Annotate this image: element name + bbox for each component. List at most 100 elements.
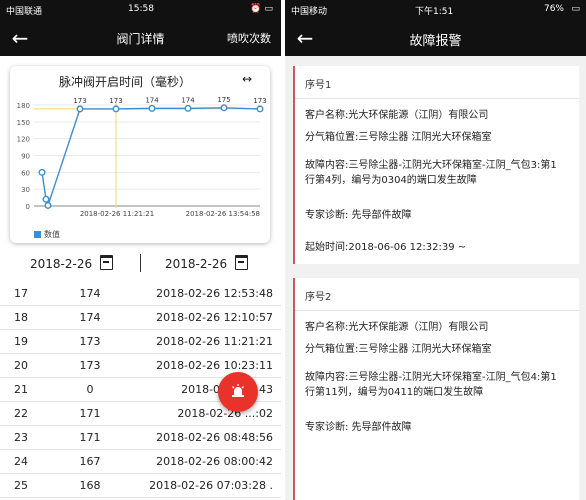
blow-count-button[interactable]: 喷吹次数	[227, 30, 271, 46]
x-tick-label: 2018-02-26 11:21:21	[80, 210, 154, 218]
data-label: 173	[253, 97, 266, 105]
card-divider	[295, 310, 579, 311]
carrier-label: 中国移动	[291, 7, 328, 17]
battery-icon: ⏰ ▭	[250, 4, 273, 14]
row-time: 2018-02-26 08:48:56	[156, 431, 273, 444]
chart-legend: 数值	[34, 229, 60, 240]
row-time: 2018-02-26 12:10:57	[156, 311, 273, 324]
date-filter-bar: 2018-2-26 2018-2-26	[0, 250, 281, 278]
row-index: 21	[14, 383, 28, 396]
nav-bar: ← 故障报警	[285, 20, 586, 56]
clock: 下午1:51	[415, 7, 454, 17]
start-time: 起始时间:2018-06-06 12:32:39 ~	[305, 242, 467, 253]
card-sequence: 序号1	[305, 80, 332, 91]
data-point	[76, 105, 84, 113]
legend-swatch	[34, 231, 41, 238]
y-tick-label: 60	[21, 169, 30, 177]
row-value: 171	[79, 431, 101, 444]
fault-content-line2: 行第11列，编号为0411的端口发生故障	[305, 387, 484, 398]
alarm-card[interactable]: 序号2 客户名称:光大环保能源（江阴）有限公司 分气箱位置:三号除尘器 江阴光大…	[293, 278, 579, 500]
row-value: 171	[79, 407, 101, 420]
calendar-icon	[235, 255, 249, 270]
row-value: 167	[79, 455, 101, 468]
data-label: 173	[109, 97, 122, 105]
valve-box-location: 分气箱位置:三号除尘器 江阴光大环保箱室	[305, 132, 492, 143]
data-point	[184, 104, 192, 112]
series-line	[41, 107, 261, 208]
table-row[interactable]: 23 171 2018-02-26 08:48:56	[0, 426, 281, 450]
row-value: 174	[79, 287, 101, 300]
row-index: 19	[14, 335, 28, 348]
data-label: 173	[73, 97, 86, 105]
y-tick-label: 30	[21, 186, 30, 194]
row-index: 23	[14, 431, 28, 444]
card-sequence: 序号2	[305, 292, 332, 303]
data-point	[42, 195, 50, 203]
battery-percent: 76%	[543, 4, 564, 14]
data-label: 174	[145, 96, 159, 104]
legend-label: 数值	[44, 230, 60, 239]
table-row[interactable]: 17 174 2018-02-26 12:53:48	[0, 282, 281, 306]
end-date-value: 2018-2-26	[165, 257, 228, 271]
table-row[interactable]: 19 173 2018-02-26 11:21:21	[0, 330, 281, 354]
row-index: 20	[14, 359, 28, 372]
row-time: 2018-02-26 08:00:42	[156, 455, 273, 468]
y-tick-label: 0	[26, 203, 30, 211]
row-index: 24	[14, 455, 28, 468]
battery-icon: ▭	[571, 4, 580, 14]
carrier-label: 中国联通	[6, 7, 43, 17]
data-point	[44, 201, 52, 209]
table-row[interactable]: 24 167 2018-02-26 08:00:42	[0, 450, 281, 474]
valve-box-location: 分气箱位置:三号除尘器 江阴光大环保箱室	[305, 344, 492, 355]
data-label: 175	[217, 96, 230, 104]
data-point	[256, 105, 264, 113]
y-tick-label: 180	[17, 102, 30, 110]
row-value: 168	[79, 479, 101, 492]
row-index: 22	[14, 407, 28, 420]
row-time: 2018-02-26 11:21:21	[156, 335, 273, 348]
row-value: 173	[79, 335, 101, 348]
card-divider	[295, 98, 579, 99]
data-point	[38, 168, 46, 176]
start-date-picker[interactable]: 2018-2-26	[30, 255, 114, 271]
data-point	[148, 104, 156, 112]
alarm-fab-button[interactable]	[218, 372, 258, 412]
data-point	[112, 105, 120, 113]
row-index: 18	[14, 311, 28, 324]
table-row[interactable]: 18 174 2018-02-26 12:10:57	[0, 306, 281, 330]
customer-name: 客户名称:光大环保能源（江阴）有限公司	[305, 322, 489, 333]
table-row[interactable]: 25 168 2018-02-26 07:03:28 .	[0, 474, 281, 498]
expert-diagnosis: 专家诊断: 先导部件故障	[305, 422, 412, 433]
nav-bar: ← 阀门详情 喷吹次数	[0, 20, 281, 56]
line-chart: 0 30 60 90 120 150 180 173 173 174 174 175 173 2018-0…	[17, 96, 267, 218]
alarm-icon	[230, 383, 246, 399]
clock: 15:58	[128, 4, 154, 14]
data-label: 174	[181, 96, 195, 104]
expert-diagnosis: 专家诊断: 先导部件故障	[305, 210, 412, 221]
start-date-value: 2018-2-26	[30, 257, 93, 271]
y-tick-label: 150	[17, 119, 30, 127]
row-value: 174	[79, 311, 101, 324]
row-time: 2018-02-26 10:23:11	[156, 359, 273, 372]
row-time: 2018-02-26 12:53:48	[156, 287, 273, 300]
row-value: 0	[86, 383, 94, 396]
calendar-icon	[100, 255, 114, 270]
fault-content-line2: 行第4列，编号为0304的端口发生故障	[305, 175, 477, 186]
y-tick-label: 120	[17, 136, 30, 144]
end-date-picker[interactable]: 2018-2-26	[165, 255, 249, 271]
valve-detail-screen: 中国联通 15:58 ⏰ ▭ ← 阀门详情 喷吹次数 脉冲阀开启时间（毫秒） ↔…	[0, 0, 281, 500]
row-index: 17	[14, 287, 28, 300]
fault-content-line1: 故障内容:三号除尘器-江阴光大环保箱室-江阴_气包3:第1	[305, 160, 557, 171]
data-point	[220, 104, 228, 112]
row-time: 2018-02-26 ...:02	[177, 407, 273, 420]
status-bar: 中国联通 15:58 ⏰ ▭	[0, 0, 281, 20]
divider	[140, 254, 141, 272]
chart-card: 脉冲阀开启时间（毫秒） ↔ 0 30 60 90 120 150 180 173 173 174 1…	[10, 66, 270, 243]
y-tick-label: 90	[21, 153, 30, 161]
row-time: 2018-02-26 07:03:28 .	[149, 479, 273, 492]
row-index: 25	[14, 479, 28, 492]
status-bar: 中国移动 下午1:51 76% ▭	[285, 0, 586, 20]
page-title: 故障报警	[409, 34, 462, 49]
row-value: 173	[79, 359, 101, 372]
alarm-card[interactable]: 序号1 客户名称:光大环保能源（江阴）有限公司 分气箱位置:三号除尘器 江阴光大…	[293, 66, 579, 264]
